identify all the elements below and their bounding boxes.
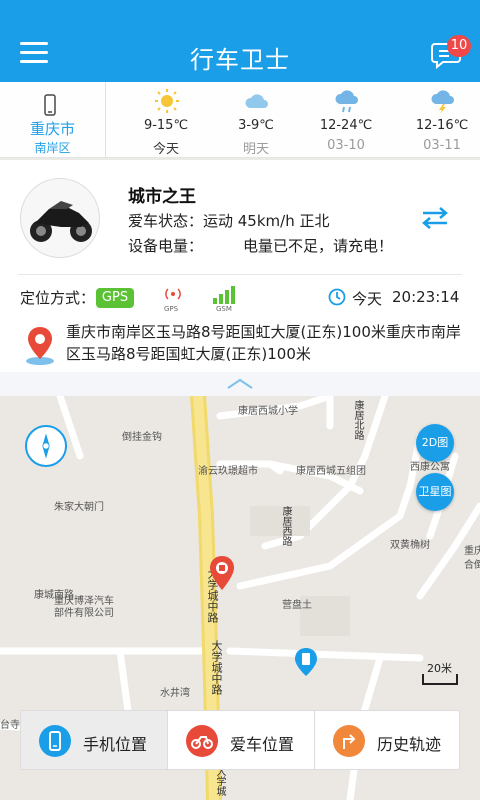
weather-temp-3: 12-16℃	[415, 118, 469, 133]
weather-day-label-2: 03-10	[327, 138, 365, 153]
map-label-chongqing-edge: 重庆	[464, 546, 480, 557]
map-label-market: 渝云玖璟超市	[198, 466, 258, 477]
motorcycle-icon	[30, 201, 92, 242]
tab-vehicle-location[interactable]: 爱车位置	[168, 711, 314, 769]
vehicle-name: 城市之王	[128, 187, 196, 207]
weather-temp-1: 3-9℃	[238, 118, 274, 133]
phone-location-marker-icon	[295, 648, 317, 676]
switch-vehicle-icon[interactable]	[420, 206, 450, 230]
map-road-label-4: 康居北路	[352, 400, 363, 440]
app-header: 行车卫士 10	[0, 0, 480, 82]
weather-day-3: 12-16℃ 03-11	[394, 82, 480, 158]
phone-location-icon	[39, 725, 71, 757]
weather-day-label-1: 明天	[242, 142, 269, 157]
light-rain-icon	[335, 90, 358, 113]
compass-icon[interactable]	[25, 425, 67, 467]
weather-day-2: 12-24℃ 03-10	[298, 82, 394, 158]
map-road-label-5: 大学城	[214, 766, 225, 796]
weather-day-label-3: 03-11	[423, 138, 461, 153]
gps-mode-badge: GPS	[96, 288, 134, 308]
car-location-marker-icon	[210, 556, 234, 590]
map-label-jingou: 倒挂金钩	[122, 432, 162, 443]
location-address: 重庆市南岸区玉马路8号距国虹大厦(正东)100米重庆市南岸区玉马路8号距国虹大厦…	[66, 323, 461, 363]
tab-label-vehicle-location: 爱车位置	[230, 735, 295, 754]
gsm-caption: GSM	[216, 305, 232, 313]
card-divider	[18, 274, 462, 275]
tab-label-history-track: 历史轨迹	[377, 735, 442, 754]
district-name: 南岸区	[34, 141, 71, 155]
city-name: 重庆市	[29, 120, 75, 138]
vehicle-status: 爱车状态：运动 45km/h 正北	[128, 212, 330, 230]
location-time: 20:23:14	[392, 288, 460, 306]
scale-label: 20米	[427, 662, 452, 675]
location-date: 今天	[352, 290, 383, 308]
weather-day-0: 9-15℃ 今天	[118, 82, 214, 158]
map-satellite-button[interactable]: 卫星图	[416, 473, 454, 511]
motorcycle-location-icon	[186, 725, 218, 757]
map-label-school: 康居西城小学	[238, 406, 298, 417]
weather-temp-0: 9-15℃	[143, 118, 189, 133]
battery-warning: 电量已不足，请充电！	[243, 237, 394, 255]
bottom-tab-bar: 手机位置 爱车位置 历史轨迹	[20, 710, 460, 770]
tab-history-track[interactable]: 历史轨迹	[315, 711, 461, 769]
cloudy-icon	[245, 94, 268, 108]
chevron-up-icon	[227, 378, 253, 389]
map-label-zhujia: 朱家大朝门	[54, 502, 104, 513]
map-road-label-3: 康居西路	[280, 506, 291, 546]
message-count-badge: 10	[447, 35, 471, 57]
weather-day-label-0: 今天	[152, 142, 179, 157]
vehicle-avatar[interactable]	[20, 178, 100, 258]
city-selector[interactable]: 重庆市 南岸区	[0, 82, 106, 158]
gps-caption: GPS	[164, 305, 179, 313]
map-2d-button[interactable]: 2D图	[416, 424, 454, 462]
phone-icon	[44, 94, 56, 116]
thunder-rain-icon	[431, 90, 454, 114]
tab-phone-location[interactable]: 手机位置	[21, 711, 167, 769]
vehicle-info-card: 城市之王 爱车状态：运动 45km/h 正北 设备电量： 电量已不足，请充电！ 定…	[0, 160, 480, 372]
map-label-group5: 康居西城五组团	[296, 466, 366, 477]
map-label-shuangjing: 双黄桷树	[390, 540, 430, 551]
battery-label: 设备电量：	[128, 237, 204, 255]
map-label-shuijing: 水井湾	[160, 688, 190, 699]
map-label-tai: 台寺	[0, 720, 20, 731]
map-label-yingpan: 营盘土	[282, 600, 312, 611]
map-road-label-2: 大学城中路	[210, 640, 223, 695]
page-title: 行车卫士	[190, 46, 290, 74]
weather-temp-2: 12-24℃	[319, 118, 373, 133]
clock-icon	[328, 288, 346, 306]
device-battery: 设备电量： 电量已不足，请充电！	[128, 235, 393, 256]
collapse-panel-handle[interactable]	[0, 372, 480, 396]
location-pin-icon	[26, 327, 54, 365]
weather-bar: 重庆市 南岸区 9-15℃ 今天 3-9℃ 明天 12-24℃ 03-10 12…	[0, 82, 480, 158]
sunny-icon	[155, 89, 179, 113]
location-mode-label: 定位方式：	[20, 289, 96, 307]
map-label-he: 合倒	[464, 560, 480, 571]
map-label-bosen2: 部件有限公司	[54, 608, 114, 619]
weather-day-1: 3-9℃ 明天	[208, 82, 304, 158]
tab-label-phone-location: 手机位置	[83, 735, 148, 754]
history-track-icon	[333, 725, 365, 757]
